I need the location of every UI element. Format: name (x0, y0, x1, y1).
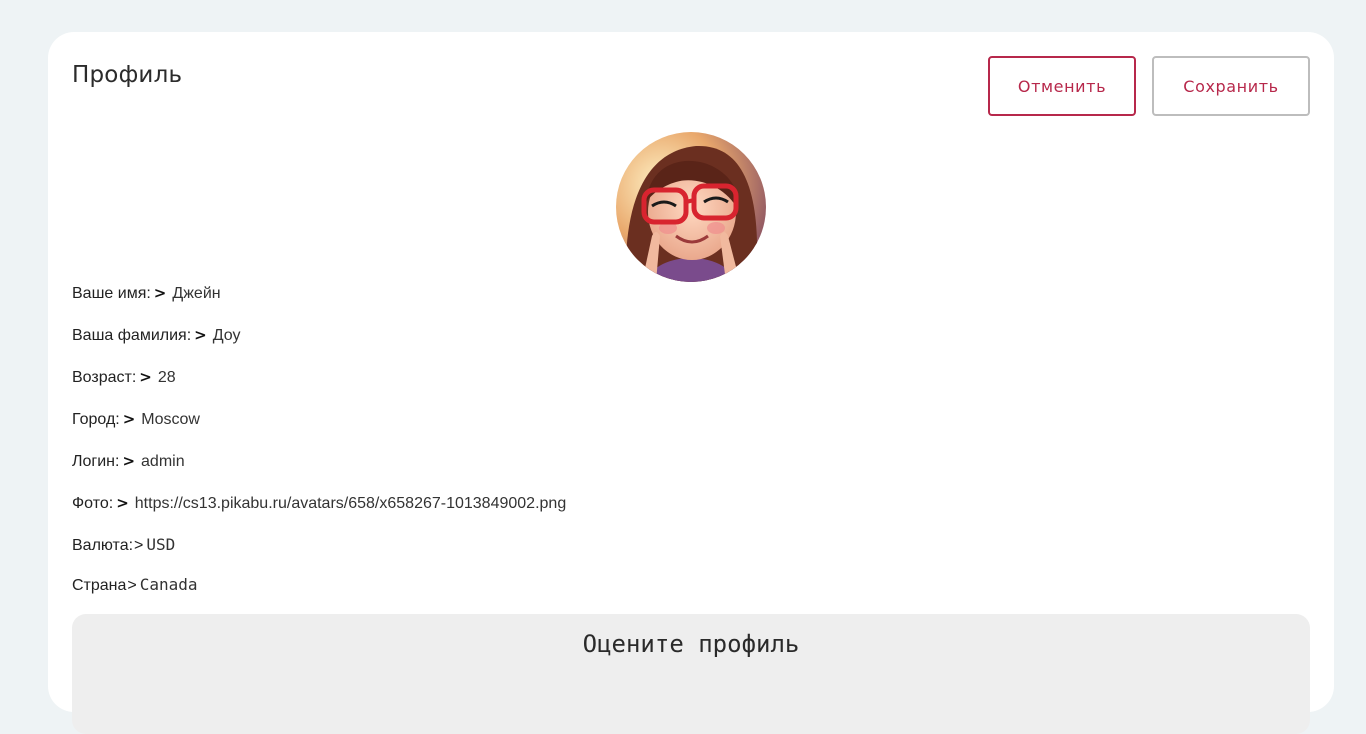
separator-icon: > (127, 577, 137, 594)
field-city: Город: > Moscow (72, 410, 200, 429)
separator-icon: > (122, 410, 136, 428)
field-label: Страна (72, 577, 127, 594)
profile-card: Профиль Отменить Сохранить Ваше имя: > Д… (48, 32, 1334, 734)
rating-title: Оцените профиль (582, 630, 800, 658)
field-first-name: Ваше имя: > Джейн (72, 284, 221, 303)
country-select[interactable]: Canada (140, 575, 198, 594)
separator-icon: > (116, 494, 129, 512)
separator-icon: > (122, 452, 136, 470)
cancel-button[interactable]: Отменить (988, 56, 1136, 116)
separator-icon: > (134, 537, 144, 554)
currency-select[interactable]: USD (146, 535, 175, 554)
field-country: Страна > Canada (72, 575, 198, 595)
field-last-name: Ваша фамилия: > Доу (72, 326, 240, 345)
field-login: Логин: > admin (72, 452, 185, 471)
field-photo: Фото: > https://cs13.pikabu.ru/avatars/6… (72, 494, 566, 513)
field-currency: Валюта: > USD (72, 535, 175, 555)
field-value: Moscow (141, 411, 200, 428)
avatar-image (616, 132, 766, 282)
field-label: Фото: (72, 495, 114, 512)
separator-icon: > (194, 326, 207, 344)
page-title: Профиль (72, 62, 183, 88)
field-value: https://cs13.pikabu.ru/avatars/658/x6582… (134, 495, 567, 512)
rating-section: Оцените профиль (72, 614, 1310, 734)
avatar (616, 132, 766, 282)
separator-icon: > (153, 284, 167, 302)
field-value: admin (141, 453, 185, 470)
field-value: Джейн (172, 285, 221, 302)
separator-icon: > (139, 368, 152, 386)
field-label: Ваше имя: (72, 285, 151, 302)
field-label: Возраст: (72, 369, 137, 386)
field-age: Возраст: > 28 (72, 368, 176, 387)
field-label: Ваша фамилия: (72, 327, 192, 344)
field-label: Логин: (72, 453, 120, 470)
field-label: Город: (72, 411, 120, 428)
field-value: Доу (212, 327, 241, 344)
save-button[interactable]: Сохранить (1152, 56, 1310, 116)
field-label: Валюта: (72, 537, 134, 554)
field-value: 28 (157, 369, 176, 386)
